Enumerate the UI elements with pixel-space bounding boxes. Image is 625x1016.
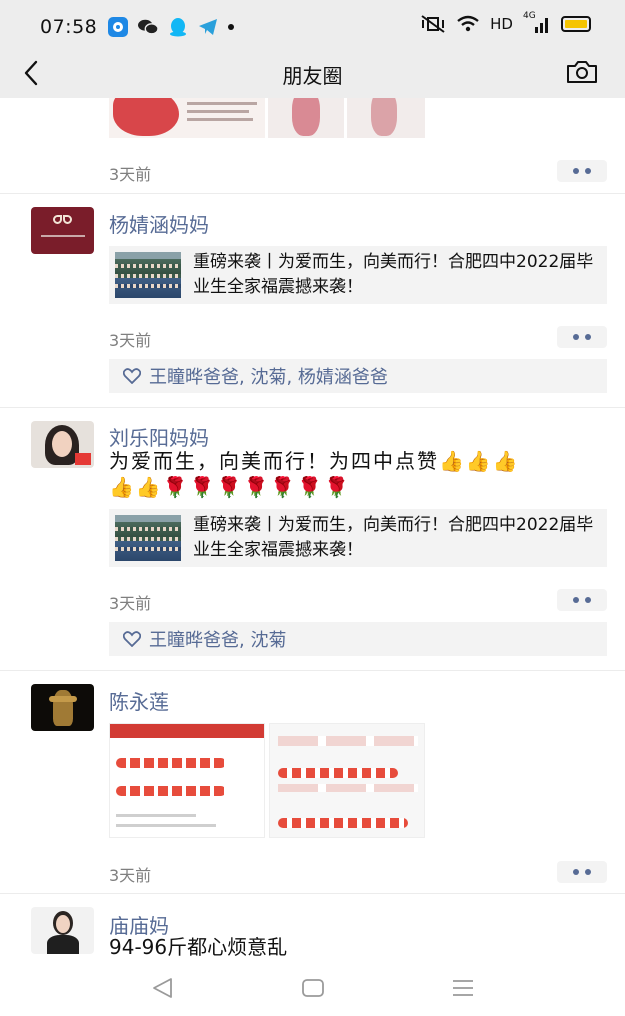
post-time: 3天前 <box>109 594 152 613</box>
page-title: 朋友圈 <box>282 64 343 88</box>
post-image[interactable] <box>268 98 344 138</box>
qq-icon <box>168 17 188 37</box>
post-author-name[interactable]: 刘乐阳妈妈 <box>109 422 209 451</box>
post-text: 👍👍🌹🌹🌹🌹🌹🌹🌹 <box>109 475 352 499</box>
avatar[interactable] <box>31 421 94 468</box>
signal-icon: 4G <box>523 11 551 33</box>
post-image[interactable] <box>269 723 425 838</box>
post-author-name[interactable]: 杨婧涵妈妈 <box>109 209 209 238</box>
heart-icon <box>123 631 141 647</box>
likes-names[interactable]: 王瞳晔爸爸, 沈菊, 杨婧涵爸爸 <box>149 363 388 389</box>
post-time: 3天前 <box>109 866 152 885</box>
post-divider <box>0 670 625 671</box>
link-thumbnail <box>115 252 181 298</box>
post-image[interactable] <box>109 723 265 838</box>
network-label: HD <box>490 15 513 33</box>
link-thumbnail <box>115 515 181 561</box>
wifi-icon <box>457 15 479 32</box>
telegram-icon <box>198 17 218 37</box>
system-nav-bar <box>0 958 625 1016</box>
likes-bar: 王瞳晔爸爸, 沈菊, 杨婧涵爸爸 <box>109 359 607 393</box>
post-text: 94-96斤都心烦意乱 <box>109 935 288 959</box>
avatar[interactable] <box>31 207 94 254</box>
post-time: 3天前 <box>109 165 152 184</box>
post-time: 3天前 <box>109 331 152 350</box>
post-image[interactable] <box>109 98 265 138</box>
notification-icons <box>108 17 234 37</box>
vibrate-mute-icon <box>421 15 445 33</box>
post-divider <box>0 893 625 894</box>
back-nav-icon[interactable] <box>149 976 177 1000</box>
post-text: 为爱而生，向美而行！为四中点赞👍👍👍 <box>109 449 520 473</box>
link-title: 重磅来袭丨为爱而生，向美而行！合肥四中2022届毕业生全家福震撼来袭！ <box>193 252 594 297</box>
nav-bar: 朋友圈 <box>0 52 625 98</box>
battery-icon <box>561 16 591 32</box>
post-image-grid[interactable] <box>109 723 425 838</box>
status-time: 07:58 <box>40 16 98 38</box>
avatar[interactable] <box>31 907 94 954</box>
heart-icon <box>123 368 141 384</box>
likes-bar: 王瞳晔爸爸, 沈菊 <box>109 622 607 656</box>
post-actions-button[interactable] <box>557 326 607 348</box>
link-title: 重磅来袭丨为爱而生，向美而行！合肥四中2022届毕业生全家福震撼来袭！ <box>193 515 594 560</box>
post-actions-button[interactable] <box>557 861 607 883</box>
likes-names[interactable]: 王瞳晔爸爸, 沈菊 <box>149 626 286 652</box>
shared-link-card[interactable]: 重磅来袭丨为爱而生，向美而行！合肥四中2022届毕业生全家福震撼来袭！ <box>109 509 607 567</box>
home-nav-icon[interactable] <box>299 976 327 1000</box>
more-notifications-icon <box>228 24 234 30</box>
post-divider <box>0 193 625 194</box>
status-right: HD 4G <box>420 11 591 33</box>
post-author-name[interactable]: 陈永莲 <box>109 686 169 715</box>
avatar[interactable] <box>31 684 94 731</box>
signal-type: 4G <box>523 11 536 21</box>
post-actions-button[interactable] <box>557 589 607 611</box>
camera-icon[interactable] <box>565 58 599 86</box>
post-divider <box>0 407 625 408</box>
post-image[interactable] <box>347 98 425 138</box>
post-image-strip[interactable] <box>109 98 425 138</box>
status-bar: 07:58 HD 4G <box>0 0 625 52</box>
menu-nav-icon[interactable] <box>449 976 477 1000</box>
qq-browser-icon <box>108 17 128 37</box>
post-actions-button[interactable] <box>557 160 607 182</box>
shared-link-card[interactable]: 重磅来袭丨为爱而生，向美而行！合肥四中2022届毕业生全家福震撼来袭！ <box>109 246 607 304</box>
wechat-icon <box>138 17 158 37</box>
